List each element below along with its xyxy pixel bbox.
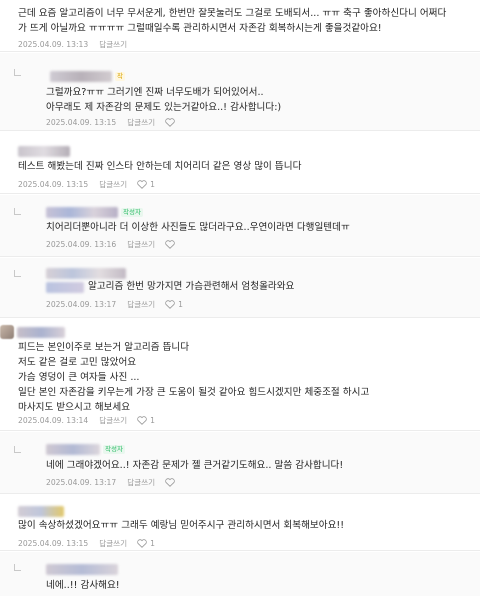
reply-item: 작성자 네에 그래야겠어요..! 자존감 문제가 젤 큰거같기도해요.. 말씀 … <box>0 432 480 494</box>
like-count: 1 <box>150 538 155 548</box>
reply-button[interactable]: 답글쓰기 <box>99 538 127 549</box>
heart-icon <box>165 239 175 249</box>
reply-item: 알고리즘 한번 망가지면 가슴관련해서 엄청올라와요 2025.04.09. 1… <box>0 258 480 318</box>
comment-text: 치어리더뿐아니라 더 이상한 사진들도 많더라구요..우연이라면 다행일텐데ㅠ <box>46 222 350 233</box>
comment-meta: 2025.04.09. 13:17 답글쓰기 <box>46 476 178 488</box>
comment-text: 네에 그래야겠어요..! 자존감 문제가 젤 큰거같기도해요.. 말씀 감사합니… <box>46 460 344 471</box>
heart-icon <box>165 477 175 487</box>
comment-author <box>46 562 118 576</box>
comment-author <box>18 504 64 518</box>
comment-date: 2025.04.09. 13:17 <box>46 299 117 309</box>
comment-author <box>46 266 126 280</box>
reply-arrow-icon <box>14 208 21 215</box>
reply-button[interactable]: 답글쓰기 <box>99 39 127 50</box>
heart-icon <box>165 117 175 127</box>
reply-button[interactable]: 답글쓰기 <box>127 299 155 310</box>
like-button[interactable]: 1 <box>165 300 183 309</box>
comment-author <box>0 325 65 339</box>
avatar <box>0 325 14 339</box>
reply-button[interactable]: 답글쓰기 <box>127 239 155 250</box>
reply-item: 작 그럴까요?ㅠㅠ 그러기엔 진짜 너무도배가 되어있어서.. 아무래도 제 자… <box>0 53 480 131</box>
like-button[interactable]: 1 <box>137 416 155 425</box>
author-name-blurred <box>46 281 84 293</box>
author-badge: 작 <box>115 71 125 81</box>
comment-meta: 2025.04.09. 13:15 답글쓰기 <box>46 116 178 128</box>
like-button[interactable]: 1 <box>137 180 155 189</box>
like-button[interactable] <box>165 117 178 127</box>
comment-text: 많이 속상하셨겠어요ㅠㅠ 그래두 예랑님 믿어주시구 관리하시면서 회복해보아요… <box>18 520 345 531</box>
comment-meta: 2025.04.09. 13:16 답글쓰기 <box>46 238 178 250</box>
comment-date: 2025.04.09. 13:17 <box>46 477 117 487</box>
reply-item: 네에..!! 감사해요! <box>0 552 480 596</box>
comment-author: 작성자 <box>46 442 125 456</box>
comment-date: 2025.04.09. 13:14 <box>18 415 89 425</box>
reply-button[interactable]: 답글쓰기 <box>99 415 127 426</box>
comment-date: 2025.04.09. 13:15 <box>18 179 89 189</box>
author-name-blurred <box>46 443 100 455</box>
comment-meta: 2025.04.09. 13:15 답글쓰기 1 <box>18 178 155 190</box>
reply-button[interactable]: 답글쓰기 <box>99 179 127 190</box>
comment-item: 근데 요즘 알고리즘이 너무 무서운게, 한번만 잘못눌러도 그걸로 도배되서.… <box>0 0 480 52</box>
comment-item: 피드는 본인이주로 보는거 알고리즘 뜹니다 저도 같은 걸로 고민 많았어요 … <box>0 319 480 431</box>
comment-meta: 2025.04.09. 13:14 답글쓰기 1 <box>18 414 155 426</box>
author-name-blurred <box>18 145 70 157</box>
comment-text: 테스트 해봤는데 진짜 인스타 안하는데 치어리더 같은 영상 많이 뜹니다 <box>18 161 302 172</box>
heart-icon <box>165 299 175 309</box>
like-count: 1 <box>150 415 155 425</box>
comment-date: 2025.04.09. 13:15 <box>18 538 89 548</box>
comment-meta: 2025.04.09. 13:13 답글쓰기 <box>18 38 127 50</box>
comment-author: 작성자 <box>46 205 143 219</box>
heart-icon <box>137 179 147 189</box>
comment-text: 피드는 본인이주로 보는거 알고리즘 뜹니다 저도 같은 걸로 고민 많았어요 … <box>18 342 370 413</box>
comment-meta: 2025.04.09. 13:17 답글쓰기 1 <box>46 298 183 310</box>
reply-item: 작성자 치어리더뿐아니라 더 이상한 사진들도 많더라구요..우연이라면 다행일… <box>0 195 480 257</box>
reply-arrow-icon <box>14 564 21 571</box>
reply-arrow-icon <box>14 270 21 277</box>
comment-text: 근데 요즘 알고리즘이 너무 무서운게, 한번만 잘못눌러도 그걸로 도배되서.… <box>18 8 447 34</box>
comment-date: 2025.04.09. 13:15 <box>46 117 117 127</box>
like-button[interactable]: 1 <box>137 539 155 548</box>
author-name-blurred <box>18 505 64 517</box>
like-button[interactable] <box>165 239 178 249</box>
like-button[interactable] <box>165 477 178 487</box>
comment-item: 테스트 해봤는데 진짜 인스타 안하는데 치어리더 같은 영상 많이 뜹니다 2… <box>0 132 480 194</box>
comment-text: 알고리즘 한번 망가지면 가슴관련해서 엄청올라와요 <box>88 281 295 292</box>
comment-author: 작 <box>50 69 125 83</box>
author-badge: 작성자 <box>103 444 125 454</box>
comment-date: 2025.04.09. 13:16 <box>46 239 117 249</box>
author-name-blurred <box>17 326 65 338</box>
comment-list: 근데 요즘 알고리즘이 너무 무서운게, 한번만 잘못눌러도 그걸로 도배되서.… <box>0 0 480 596</box>
reply-arrow-icon <box>14 446 21 453</box>
author-badge: 작성자 <box>121 207 143 217</box>
reply-button[interactable]: 답글쓰기 <box>127 117 155 128</box>
like-count: 1 <box>150 179 155 189</box>
comment-text: 그럴까요?ㅠㅠ 그러기엔 진짜 너무도배가 되어있어서.. 아무래도 제 자존감… <box>46 87 282 113</box>
author-name-blurred <box>46 563 118 575</box>
like-count: 1 <box>178 299 183 309</box>
author-name-blurred <box>46 267 126 279</box>
comment-text: 네에..!! 감사해요! <box>46 580 120 591</box>
comment-author-extra <box>46 280 84 294</box>
author-name-blurred <box>50 70 112 82</box>
comment-author <box>18 144 70 158</box>
comment-date: 2025.04.09. 13:13 <box>18 39 89 49</box>
author-name-blurred <box>46 206 118 218</box>
comment-item: 많이 속상하셨겠어요ㅠㅠ 그래두 예랑님 믿어주시구 관리하시면서 회복해보아요… <box>0 495 480 551</box>
comment-meta: 2025.04.09. 13:15 답글쓰기 1 <box>18 537 155 549</box>
reply-arrow-icon <box>14 69 21 76</box>
heart-icon <box>137 538 147 548</box>
heart-icon <box>137 415 147 425</box>
reply-button[interactable]: 답글쓰기 <box>127 477 155 488</box>
